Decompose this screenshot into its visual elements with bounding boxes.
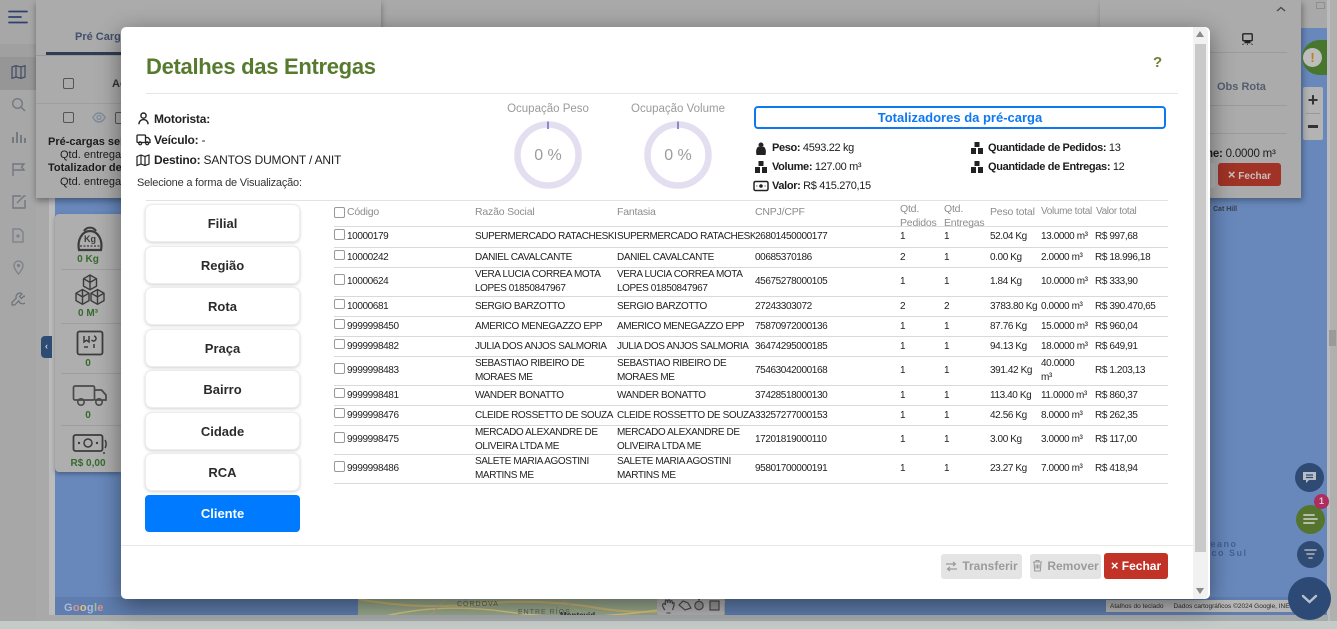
svg-text:0 %: 0 %: [534, 147, 562, 164]
svg-text:Kg: Kg: [84, 234, 96, 244]
svg-text:0 %: 0 %: [664, 147, 692, 164]
